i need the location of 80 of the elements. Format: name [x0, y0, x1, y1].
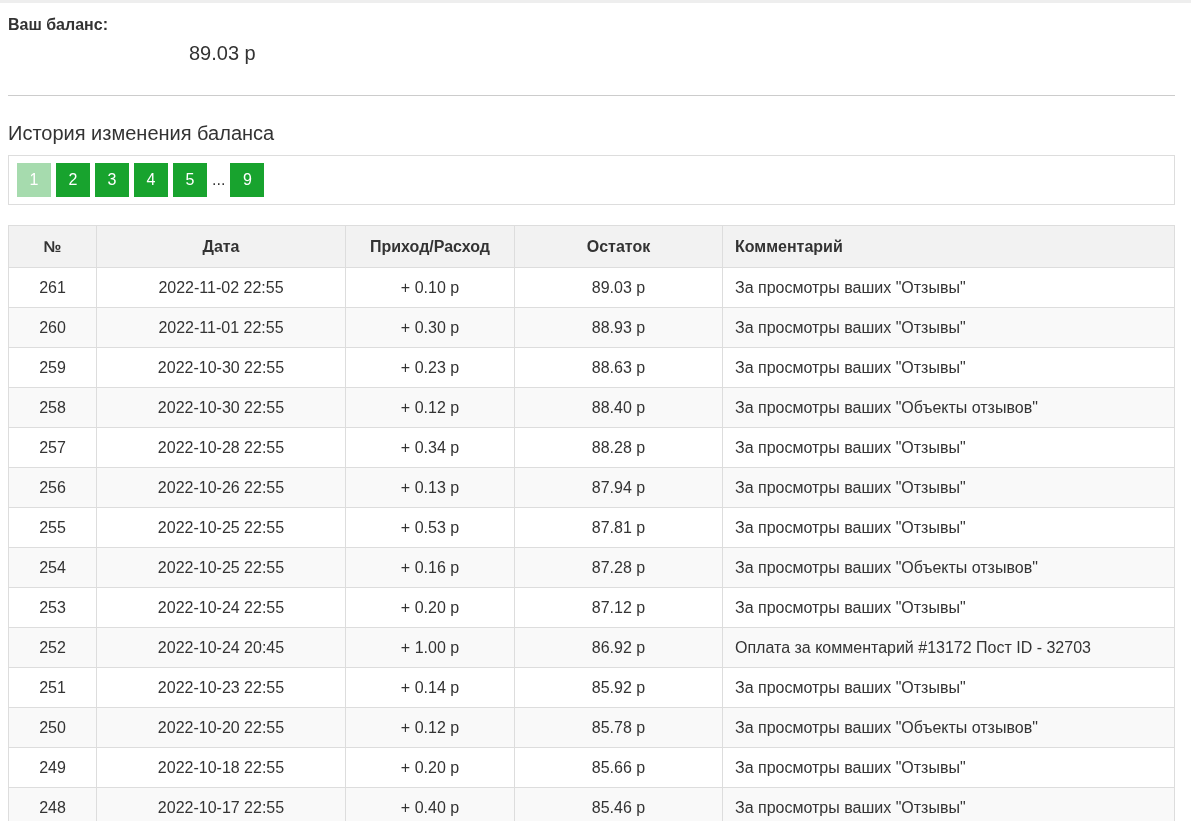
table-cell: За просмотры ваших "Объекты отзывов"	[722, 547, 1175, 588]
table-cell: 2022-10-28 22:55	[96, 427, 346, 468]
table-cell: 85.78 р	[514, 707, 723, 748]
column-header: Остаток	[514, 225, 723, 268]
table-cell: 252	[8, 627, 97, 668]
table-cell: 2022-10-24 20:45	[96, 627, 346, 668]
table-cell: 2022-10-25 22:55	[96, 507, 346, 548]
table-cell: 258	[8, 387, 97, 428]
table-cell: 2022-10-25 22:55	[96, 547, 346, 588]
column-header: Комментарий	[722, 225, 1175, 268]
table-cell: 253	[8, 587, 97, 628]
table-cell: 251	[8, 667, 97, 708]
column-header: Приход/Расход	[345, 225, 515, 268]
page-button[interactable]: 5	[173, 163, 207, 197]
table-cell: + 0.23 р	[345, 347, 515, 388]
table-cell: + 0.12 р	[345, 387, 515, 428]
table-cell: + 0.16 р	[345, 547, 515, 588]
column-header: №	[8, 225, 97, 268]
table-cell: 88.63 р	[514, 347, 723, 388]
table-cell: За просмотры ваших "Отзывы"	[722, 747, 1175, 788]
page-button[interactable]: 9	[230, 163, 265, 197]
history-title: История изменения баланса	[8, 122, 276, 145]
table-cell: За просмотры ваших "Отзывы"	[722, 347, 1175, 388]
table-cell: 248	[8, 787, 97, 821]
table-cell: 2022-10-20 22:55	[96, 707, 346, 748]
table-cell: За просмотры ваших "Объекты отзывов"	[722, 387, 1175, 428]
table-cell: + 0.34 р	[345, 427, 515, 468]
table-cell: 86.92 р	[514, 627, 723, 668]
table-cell: 2022-10-18 22:55	[96, 747, 346, 788]
table-cell: + 0.13 р	[345, 467, 515, 508]
column-header: Дата	[96, 225, 346, 268]
table-cell: 2022-11-01 22:55	[96, 307, 346, 348]
table-cell: 87.94 р	[514, 467, 723, 508]
table-cell: + 0.20 р	[345, 587, 515, 628]
table-cell: 85.92 р	[514, 667, 723, 708]
table-cell: 2022-10-23 22:55	[96, 667, 346, 708]
page-button[interactable]: 4	[134, 163, 168, 197]
ellipsis: ...	[212, 171, 226, 189]
table-cell: + 0.12 р	[345, 707, 515, 748]
table-cell: 2022-10-24 22:55	[96, 587, 346, 628]
table-cell: 87.81 р	[514, 507, 723, 548]
table-cell: За просмотры ваших "Отзывы"	[722, 467, 1175, 508]
table-cell: За просмотры ваших "Объекты отзывов"	[722, 707, 1175, 748]
table-cell: + 0.30 р	[345, 307, 515, 348]
table-cell: 2022-10-30 22:55	[96, 387, 346, 428]
balance-value: 89.03 р	[189, 42, 257, 65]
table-cell: 87.28 р	[514, 547, 723, 588]
page-button[interactable]: 3	[95, 163, 129, 197]
table-cell: 88.93 р	[514, 307, 723, 348]
table-cell: 254	[8, 547, 97, 588]
table-cell: 255	[8, 507, 97, 548]
table-cell: 87.12 р	[514, 587, 723, 628]
table-cell: За просмотры ваших "Отзывы"	[722, 587, 1175, 628]
balance-label: Ваш баланс:	[8, 16, 109, 34]
table-cell: 2022-11-02 22:55	[96, 267, 346, 308]
table-cell: 2022-10-26 22:55	[96, 467, 346, 508]
table-cell: + 0.10 р	[345, 267, 515, 308]
table-cell: 85.66 р	[514, 747, 723, 788]
table-cell: 257	[8, 427, 97, 468]
table-cell: 89.03 р	[514, 267, 723, 308]
table-cell: 260	[8, 307, 97, 348]
table-cell: 249	[8, 747, 97, 788]
table-cell: 250	[8, 707, 97, 748]
table-cell: За просмотры ваших "Отзывы"	[722, 427, 1175, 468]
table-cell: + 0.14 р	[345, 667, 515, 708]
table-cell: За просмотры ваших "Отзывы"	[722, 307, 1175, 348]
page-button[interactable]: 2	[56, 163, 90, 197]
table-cell: 88.28 р	[514, 427, 723, 468]
table-cell: За просмотры ваших "Отзывы"	[722, 507, 1175, 548]
table-cell: + 0.20 р	[345, 747, 515, 788]
table-cell: 261	[8, 267, 97, 308]
table-cell: 2022-10-30 22:55	[96, 347, 346, 388]
table-cell: 259	[8, 347, 97, 388]
table-cell: За просмотры ваших "Отзывы"	[722, 667, 1175, 708]
table-cell: + 0.53 р	[345, 507, 515, 548]
table-cell: 88.40 р	[514, 387, 723, 428]
table-cell: Оплата за комментарий #13172 Пост ID - 32703	[722, 627, 1175, 668]
table-cell: За просмотры ваших "Отзывы"	[722, 267, 1175, 308]
table-cell: + 1.00 р	[345, 627, 515, 668]
table-cell: 256	[8, 467, 97, 508]
